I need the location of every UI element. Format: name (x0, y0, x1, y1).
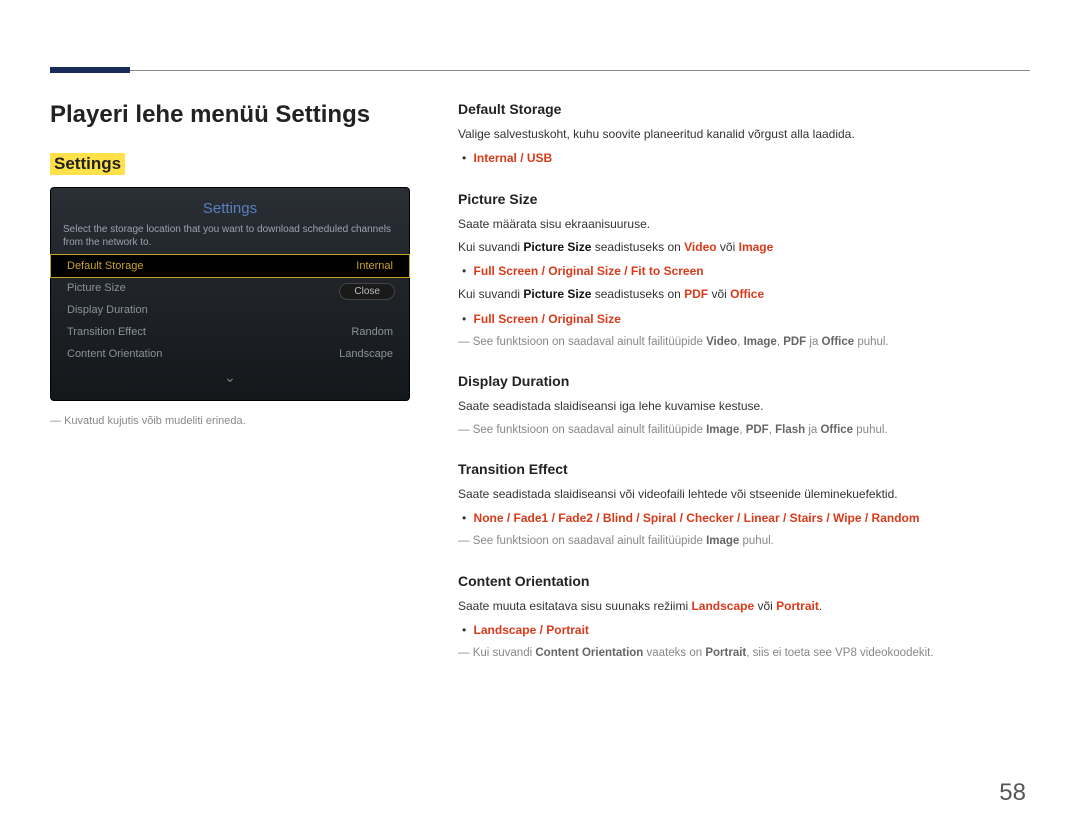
chevron-down-icon[interactable]: ⌄ (51, 369, 409, 386)
body-text: Saate muuta esitatava sisu suunaks režii… (458, 597, 1030, 616)
note-text: See funktsioon on saadaval ainult failit… (458, 421, 1030, 439)
option-list: Full Screen / Original Size (474, 309, 1030, 329)
option-list: None / Fade1 / Fade2 / Blind / Spiral / … (474, 508, 1030, 528)
close-button[interactable]: Close (339, 283, 395, 300)
section-transition-effect: Transition Effect Saate seadistada slaid… (458, 461, 1030, 551)
section-content-orientation: Content Orientation Saate muuta esitatav… (458, 573, 1030, 663)
body-text: Kui suvandi Picture Size seadistuseks on… (458, 238, 1030, 257)
panel-title: Settings (51, 196, 409, 223)
settings-panel-screenshot: Settings Select the storage location tha… (50, 187, 410, 401)
section-display-duration: Display Duration Saate seadistada slaidi… (458, 373, 1030, 439)
option-list: Internal / USB (474, 148, 1030, 168)
body-text: Saate seadistada slaidiseansi iga lehe k… (458, 397, 1030, 416)
section-default-storage: Default Storage Valige salvestuskoht, ku… (458, 101, 1030, 169)
body-text: Valige salvestuskoht, kuhu soovite plane… (458, 125, 1030, 144)
note-text: Kui suvandi Content Orientation vaateks … (458, 644, 1030, 662)
settings-highlight: Settings (50, 153, 125, 175)
body-text: Saate määrata sisu ekraanisuuruse. (458, 215, 1030, 234)
option-list: Landscape / Portrait (474, 620, 1030, 640)
heading-display-duration: Display Duration (458, 373, 1030, 389)
panel-row-transition-effect[interactable]: Transition Effect Random (51, 321, 409, 343)
heading-picture-size: Picture Size (458, 191, 1030, 207)
panel-row-display-duration[interactable]: Display Duration (51, 299, 409, 321)
heading-default-storage: Default Storage (458, 101, 1030, 117)
section-picture-size: Picture Size Saate määrata sisu ekraanis… (458, 191, 1030, 352)
header-rule (50, 70, 1030, 71)
panel-row-content-orientation[interactable]: Content Orientation Landscape (51, 343, 409, 365)
body-text: Kui suvandi Picture Size seadistuseks on… (458, 285, 1030, 304)
note-text: See funktsioon on saadaval ainult failit… (458, 532, 1030, 550)
page-title: Playeri lehe menüü Settings (50, 101, 410, 129)
screenshot-caption: Kuvatud kujutis võib mudeliti erineda. (50, 415, 410, 427)
body-text: Saate seadistada slaidiseansi või videof… (458, 485, 1030, 504)
panel-row-default-storage[interactable]: Default Storage Internal (51, 255, 409, 277)
note-text: See funktsioon on saadaval ainult failit… (458, 333, 1030, 351)
heading-transition-effect: Transition Effect (458, 461, 1030, 477)
option-list: Full Screen / Original Size / Fit to Scr… (474, 261, 1030, 281)
panel-help: Select the storage location that you wan… (51, 223, 409, 255)
heading-content-orientation: Content Orientation (458, 573, 1030, 589)
page-number: 58 (999, 779, 1026, 807)
